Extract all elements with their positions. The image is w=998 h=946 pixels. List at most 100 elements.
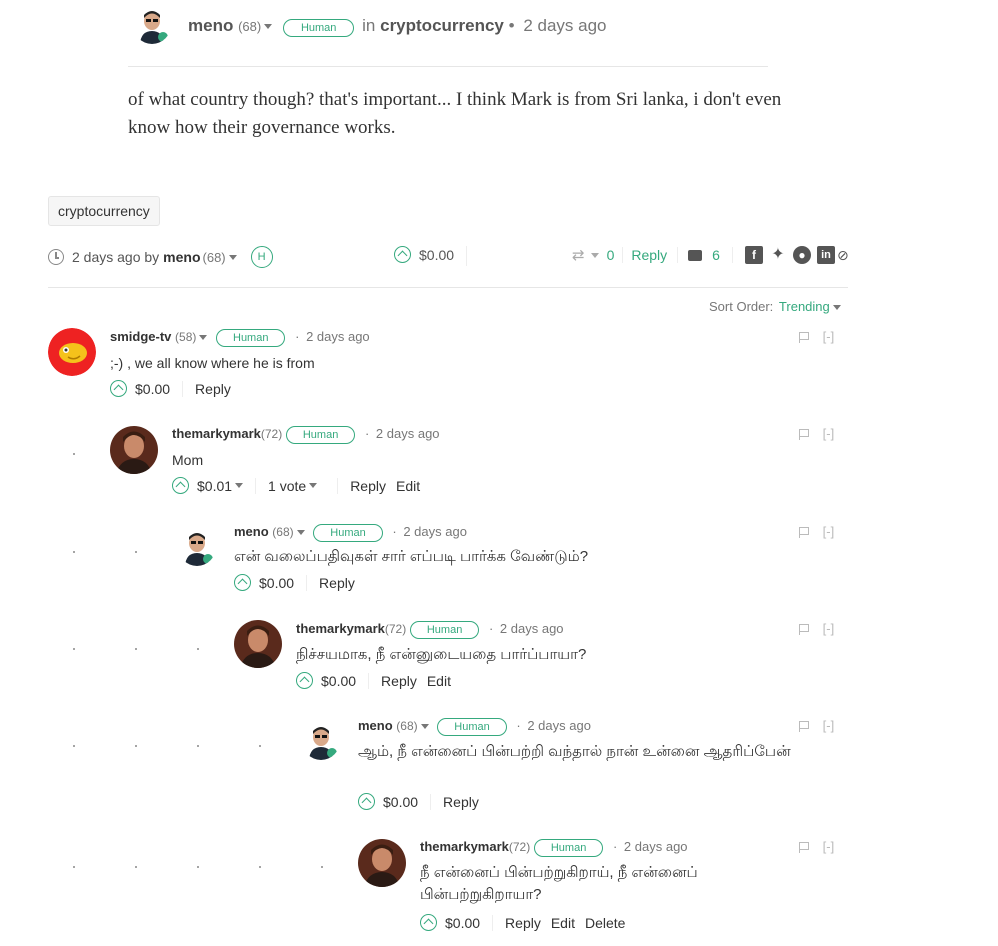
edit-button[interactable]: Edit (396, 478, 420, 494)
upvote-icon[interactable] (358, 793, 375, 810)
comment-payout[interactable]: $0.00 (321, 673, 356, 689)
reply-button[interactable]: Reply (381, 673, 417, 689)
facebook-icon[interactable]: f (744, 246, 763, 264)
flag-icon[interactable] (799, 332, 809, 344)
post-tag[interactable]: cryptocurrency (48, 196, 160, 226)
reddit-icon[interactable]: ● (792, 246, 811, 264)
comment-avatar[interactable] (110, 426, 158, 474)
delete-button[interactable]: Delete (585, 915, 625, 931)
reply-button[interactable]: Reply (443, 794, 479, 810)
author-caret-icon[interactable] (199, 335, 208, 341)
footer-author-caret-icon[interactable] (228, 254, 237, 260)
reblog-icon[interactable]: ⇄ (572, 246, 585, 264)
post-human-badge: Human (282, 19, 355, 37)
comment-time: 2 days ago (623, 839, 688, 854)
post-upvote-icon[interactable] (394, 246, 411, 263)
reblog-caret-icon[interactable] (590, 252, 599, 258)
reply-button[interactable]: Reply (319, 575, 355, 591)
comment-author[interactable]: themarkymark (420, 839, 509, 854)
collapse-toggle[interactable]: [-] (823, 718, 835, 733)
reblog-count: 0 (606, 247, 615, 263)
post-bullet: • (508, 16, 515, 35)
comment-avatar[interactable] (178, 528, 216, 566)
reply-button[interactable]: Reply (350, 478, 386, 494)
human-badge: Human (409, 621, 480, 639)
flag-icon[interactable] (799, 527, 809, 539)
collapse-toggle[interactable]: [-] (823, 426, 835, 441)
comment-time: 2 days ago (527, 718, 591, 733)
comment-payout[interactable]: $0.00 (135, 381, 170, 397)
comment-author[interactable]: meno (234, 524, 269, 539)
post-reply-button[interactable]: Reply (631, 247, 667, 263)
twitter-icon[interactable]: ✦ (769, 246, 787, 264)
comment-reputation: (72) (508, 840, 531, 854)
comments-divider (48, 287, 848, 288)
comment-reputation: (72) (384, 622, 407, 636)
comment-count[interactable]: 6 (712, 247, 720, 263)
comment-author[interactable]: themarkymark (172, 426, 261, 441)
post-body: of what country though? that's important… (128, 89, 782, 138)
reply-button[interactable]: Reply (505, 915, 541, 931)
human-badge: Human (216, 329, 286, 347)
linkedin-icon[interactable]: in (816, 246, 835, 264)
comment-body: ;-) , we all know where he is from (110, 355, 315, 371)
comment-author[interactable]: smidge-tv (110, 329, 171, 344)
post-community-link[interactable]: cryptocurrency (380, 16, 504, 35)
copy-link-icon[interactable]: ⊘ (837, 247, 849, 264)
post-in-word: in (362, 16, 376, 35)
comment-avatar[interactable] (234, 620, 282, 668)
comment-payout[interactable]: $0.00 (383, 794, 418, 810)
author-caret-icon[interactable] (420, 724, 429, 730)
comment-body: ஆம், நீ என்னைப் பின்பற்றி வந்தால் நான் உ… (358, 743, 791, 760)
comment-author[interactable]: meno (358, 718, 393, 733)
comment-reputation: (68) (272, 525, 294, 539)
sort-caret-icon[interactable] (832, 305, 841, 311)
votes-caret-icon[interactable] (309, 483, 318, 488)
human-badge: Human (437, 718, 507, 736)
comment-avatar[interactable] (358, 839, 406, 887)
author-menu-caret-icon[interactable] (264, 24, 273, 30)
comment-time: 2 days ago (375, 426, 440, 441)
comment-body: Mom (172, 452, 204, 468)
comment-time: 2 days ago (499, 621, 564, 636)
upvote-icon[interactable] (172, 477, 189, 494)
comment-avatar[interactable] (48, 328, 96, 376)
comment-payout[interactable]: $0.00 (445, 915, 480, 931)
comment-time: 2 days ago (403, 524, 467, 539)
payout-caret-icon[interactable] (235, 483, 244, 488)
edit-button[interactable]: Edit (427, 673, 451, 689)
collapse-toggle[interactable]: [-] (823, 329, 835, 344)
comment-avatar[interactable] (302, 722, 340, 760)
post-author-avatar[interactable] (133, 6, 171, 44)
flag-icon[interactable] (799, 842, 809, 854)
collapse-toggle[interactable]: [-] (823, 621, 835, 636)
upvote-icon[interactable] (234, 574, 251, 591)
comment-payout[interactable]: $0.00 (259, 575, 294, 591)
comments-icon[interactable] (688, 249, 703, 261)
flag-icon[interactable] (799, 429, 809, 441)
upvote-icon[interactable] (420, 914, 437, 931)
comment-reputation: (58) (175, 330, 197, 344)
flag-icon[interactable] (799, 624, 809, 636)
author-caret-icon[interactable] (296, 530, 305, 536)
comment-body: நிச்சயமாக, நீ என்னுடையதை பார்ப்பாயா? (296, 646, 587, 663)
comment-reputation: (72) (260, 427, 283, 441)
vote-count[interactable]: 1 vote (268, 478, 306, 494)
edit-button[interactable]: Edit (551, 915, 575, 931)
reply-button[interactable]: Reply (195, 381, 231, 397)
post-time: 2 days ago (523, 16, 607, 35)
comment-time: 2 days ago (306, 329, 370, 344)
clock-icon (48, 249, 64, 265)
comment-body: நீ என்னைப் பின்பற்றுகிறாய், நீ என்னைப் ப… (420, 864, 698, 903)
comment-author[interactable]: themarkymark (296, 621, 385, 636)
footer-author[interactable]: meno (163, 249, 200, 265)
upvote-icon[interactable] (110, 380, 127, 397)
comment-payout[interactable]: $0.01 (197, 478, 232, 494)
collapse-toggle[interactable]: [-] (823, 524, 835, 539)
post-payout[interactable]: $0.00 (419, 247, 454, 263)
flag-icon[interactable] (799, 721, 809, 733)
upvote-icon[interactable] (296, 672, 313, 689)
sort-dropdown[interactable]: Trending (779, 299, 830, 314)
post-author-name[interactable]: meno (188, 16, 233, 35)
collapse-toggle[interactable]: [-] (823, 839, 835, 854)
